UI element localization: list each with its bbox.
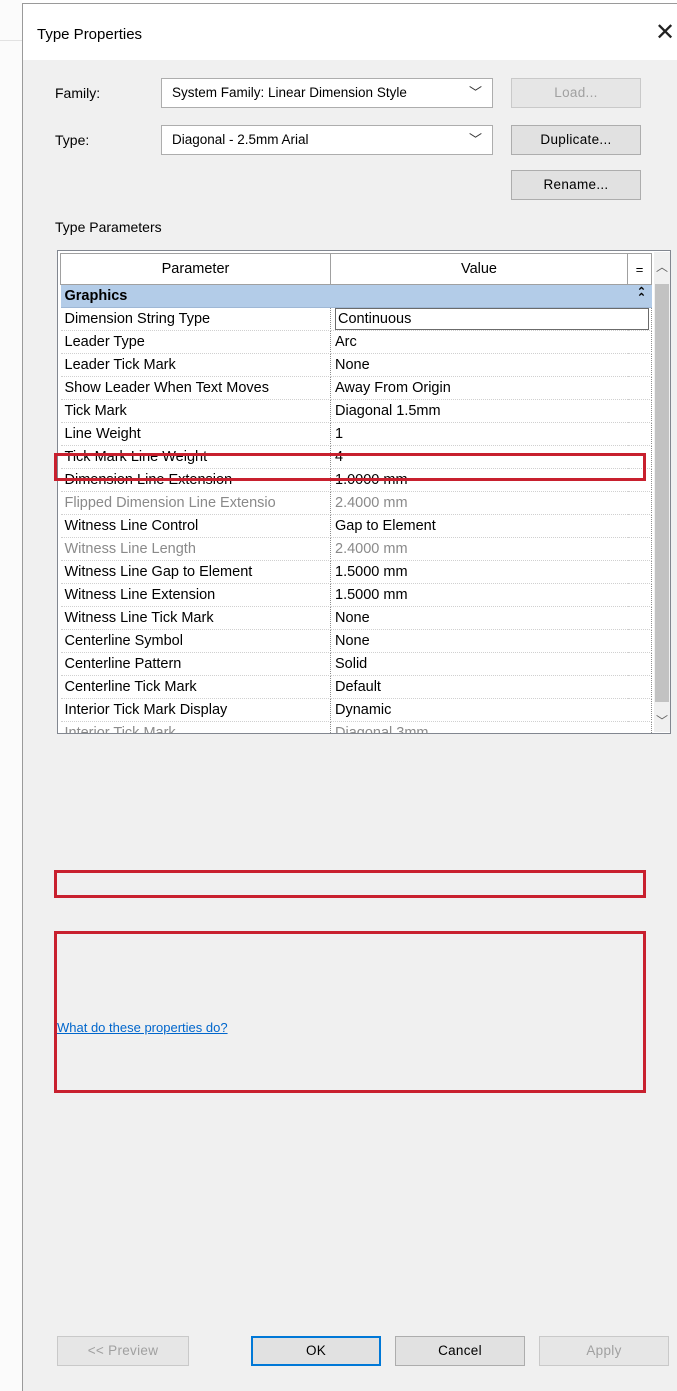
parameter-row-dimension-string-type[interactable]: Dimension String Type Continuous xyxy=(60,307,652,331)
preview-button[interactable]: << Preview xyxy=(57,1336,189,1366)
parameter-row-centerline-symbol[interactable]: Centerline Symbol None xyxy=(60,629,652,653)
parameter-row-witness-line-length[interactable]: Witness Line Length 2.4000 mm xyxy=(60,537,652,561)
parameter-value[interactable]: 1 xyxy=(330,422,652,446)
help-link[interactable]: What do these properties do? xyxy=(57,1020,228,1035)
parameter-name: Line Weight xyxy=(60,422,331,446)
parameter-value[interactable]: None xyxy=(330,353,652,377)
close-icon[interactable]: ✕ xyxy=(655,18,675,48)
chevron-down-icon: ﹀ xyxy=(468,85,482,100)
background-divider xyxy=(0,40,22,41)
vertical-scrollbar[interactable]: ︿ ﹀ xyxy=(654,252,670,732)
type-value: Diagonal - 2.5mm Arial xyxy=(172,132,309,147)
parameter-row-witness-line-tick-mark[interactable]: Witness Line Tick Mark None xyxy=(60,606,652,630)
parameter-name: Witness Line Gap to Element xyxy=(60,560,331,584)
column-menu-icon[interactable]: = xyxy=(627,253,652,285)
parameter-row-centerline-pattern[interactable]: Centerline Pattern Solid xyxy=(60,652,652,676)
cancel-button[interactable]: Cancel xyxy=(395,1336,525,1366)
parameter-value[interactable]: Dynamic xyxy=(330,698,652,722)
parameter-name: Centerline Pattern xyxy=(60,652,331,676)
scrollbar-thumb[interactable] xyxy=(655,284,669,702)
parameter-name: Leader Type xyxy=(60,330,331,354)
parameter-value[interactable]: Diagonal 3mm xyxy=(330,721,652,733)
parameter-row-leader-type[interactable]: Leader Type Arc xyxy=(60,330,652,354)
family-label: Family: xyxy=(55,85,101,101)
rename-button[interactable]: Rename... xyxy=(511,170,641,200)
family-value: System Family: Linear Dimension Style xyxy=(172,85,407,100)
parameters-grid: Parameter Value = Graphics ⌃ ⌃ Dimension St… xyxy=(57,250,671,734)
title-bar: Type Properties ✕ xyxy=(23,4,677,60)
parameter-value[interactable]: Solid xyxy=(330,652,652,676)
type-parameters-label: Type Parameters xyxy=(55,219,162,235)
parameter-name: Interior Tick Mark Display xyxy=(60,698,331,722)
value-column-header[interactable]: Value xyxy=(330,253,628,285)
value-editor[interactable]: Continuous xyxy=(335,308,649,330)
parameter-value[interactable]: 4 xyxy=(330,445,652,469)
chevron-down-icon: ﹀ xyxy=(468,132,482,147)
parameter-value[interactable]: Gap to Element xyxy=(330,514,652,538)
parameter-name: Flipped Dimension Line Extensio xyxy=(60,491,331,515)
parameter-row-line-weight[interactable]: Line Weight 1 xyxy=(60,422,652,446)
parameter-row-witness-line-control[interactable]: Witness Line Control Gap to Element xyxy=(60,514,652,538)
parameter-name: Centerline Symbol xyxy=(60,629,331,653)
parameter-name: Centerline Tick Mark xyxy=(60,675,331,699)
parameter-name: Witness Line Control xyxy=(60,514,331,538)
double-chevron-up-icon[interactable]: ⌃ ⌃ xyxy=(637,286,646,303)
parameter-name: Leader Tick Mark xyxy=(60,353,331,377)
family-dropdown[interactable]: System Family: Linear Dimension Style ﹀ xyxy=(161,78,493,108)
parameter-row-interior-tick-mark-display[interactable]: Interior Tick Mark Display Dynamic xyxy=(60,698,652,722)
parameter-row-show-leader-when-text-moves[interactable]: Show Leader When Text Moves Away From Ori… xyxy=(60,376,652,400)
parameter-value[interactable]: 2.4000 mm xyxy=(330,537,652,561)
parameter-value[interactable]: 1.5000 mm xyxy=(330,583,652,607)
parameter-value[interactable]: Diagonal 1.5mm xyxy=(330,399,652,423)
scroll-down-icon[interactable]: ﹀ xyxy=(656,712,668,729)
parameter-name: Interior Tick Mark xyxy=(60,721,331,733)
parameter-row-witness-line-gap-to-element[interactable]: Witness Line Gap to Element 1.5000 mm xyxy=(60,560,652,584)
parameter-value[interactable]: None xyxy=(330,606,652,630)
background-window-strip xyxy=(0,0,22,1391)
parameter-row-tick-mark[interactable]: Tick Mark Diagonal 1.5mm xyxy=(60,399,652,423)
group-label: Graphics xyxy=(60,284,628,308)
parameter-row-dimension-line-extension[interactable]: Dimension Line Extension 1.0000 mm xyxy=(60,468,652,492)
parameter-row-tick-mark-line-weight[interactable]: Tick Mark Line Weight 4 xyxy=(60,445,652,469)
parameter-column-header[interactable]: Parameter xyxy=(60,253,331,285)
parameter-row-interior-tick-mark[interactable]: Interior Tick Mark Diagonal 3mm xyxy=(60,721,652,733)
parameter-name: Witness Line Length xyxy=(60,537,331,561)
parameter-value[interactable]: Continuous xyxy=(330,307,652,331)
parameter-row-witness-line-extension[interactable]: Witness Line Extension 1.5000 mm xyxy=(60,583,652,607)
type-dropdown[interactable]: Diagonal - 2.5mm Arial ﹀ xyxy=(161,125,493,155)
parameter-row-centerline-tick-mark[interactable]: Centerline Tick Mark Default xyxy=(60,675,652,699)
parameter-value[interactable]: None xyxy=(330,629,652,653)
parameter-value[interactable]: Arc xyxy=(330,330,652,354)
apply-button[interactable]: Apply xyxy=(539,1336,669,1366)
load-button[interactable]: Load... xyxy=(511,78,641,108)
parameter-value[interactable]: 1.5000 mm xyxy=(330,560,652,584)
scroll-up-icon[interactable]: ︿ xyxy=(656,258,668,275)
collapse-icon[interactable]: ⌃ ⌃ xyxy=(627,284,652,308)
parameter-value[interactable]: 2.4000 mm xyxy=(330,491,652,515)
ok-button[interactable]: OK xyxy=(251,1336,381,1366)
parameter-name: Dimension String Type xyxy=(60,307,331,331)
dialog-title: Type Properties xyxy=(37,26,143,43)
parameter-value[interactable]: Default xyxy=(330,675,652,699)
parameter-name: Tick Mark xyxy=(60,399,331,423)
duplicate-button[interactable]: Duplicate... xyxy=(511,125,641,155)
parameter-name: Show Leader When Text Moves xyxy=(60,376,331,400)
parameter-name: Dimension Line Extension xyxy=(60,468,331,492)
parameter-value[interactable]: 1.0000 mm xyxy=(330,468,652,492)
parameter-row-flipped-dimension-line-extensio[interactable]: Flipped Dimension Line Extensio 2.4000 mm xyxy=(60,491,652,515)
parameters-table: Parameter Value = Graphics ⌃ ⌃ Dimension St… xyxy=(60,253,652,733)
parameter-name: Witness Line Tick Mark xyxy=(60,606,331,630)
parameter-row-leader-tick-mark[interactable]: Leader Tick Mark None xyxy=(60,353,652,377)
parameter-value[interactable]: Away From Origin xyxy=(330,376,652,400)
parameter-name: Witness Line Extension xyxy=(60,583,331,607)
type-properties-dialog: Type Properties ✕ Family: System Family:… xyxy=(22,3,677,1391)
type-label: Type: xyxy=(55,132,90,148)
group-header-graphics[interactable]: Graphics ⌃ ⌃ xyxy=(60,284,652,308)
parameter-name: Tick Mark Line Weight xyxy=(60,445,331,469)
